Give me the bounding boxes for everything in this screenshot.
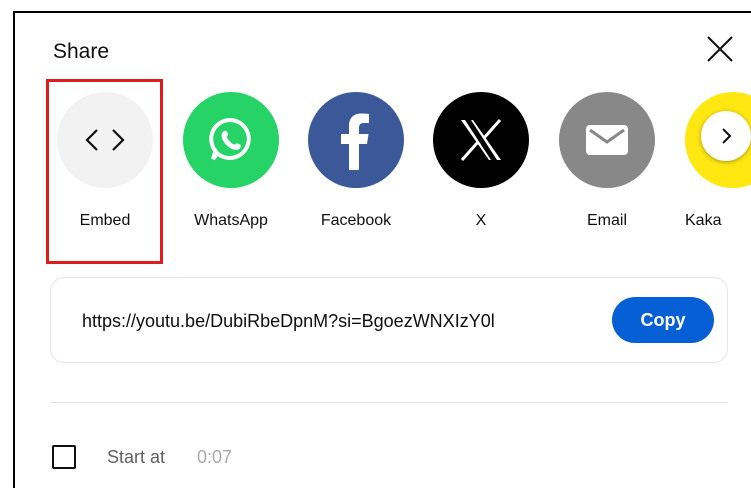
x-icon xyxy=(433,92,529,188)
chevron-right-icon xyxy=(722,128,732,144)
share-targets-row: Embed WhatsApp Facebook X Email Kaka xyxy=(15,13,751,273)
email-icon xyxy=(559,92,655,188)
share-target-x[interactable]: X xyxy=(426,92,536,230)
start-at-time[interactable]: 0:07 xyxy=(197,447,232,468)
share-target-facebook[interactable]: Facebook xyxy=(301,92,411,230)
share-target-whatsapp[interactable]: WhatsApp xyxy=(176,92,286,230)
facebook-icon xyxy=(308,92,404,188)
share-target-embed[interactable]: Embed xyxy=(50,92,160,230)
share-target-label: WhatsApp xyxy=(194,212,268,229)
whatsapp-icon xyxy=(183,92,279,188)
share-target-label: X xyxy=(475,212,487,229)
divider xyxy=(50,402,728,403)
copy-button[interactable]: Copy xyxy=(612,297,714,343)
share-dialog: Share Embed WhatsApp Facebook X Email Ka… xyxy=(13,11,751,488)
share-link-box: https://youtu.be/DubiRbeDpnM?si=BgoezWNX… xyxy=(50,277,728,363)
share-target-email[interactable]: Email xyxy=(552,92,662,230)
share-url[interactable]: https://youtu.be/DubiRbeDpnM?si=BgoezWNX… xyxy=(82,311,603,332)
share-target-label: Kaka xyxy=(685,212,722,229)
start-at-checkbox[interactable] xyxy=(52,445,76,469)
next-targets-button[interactable] xyxy=(701,111,751,161)
share-target-label: Facebook xyxy=(320,212,392,229)
share-target-label: Embed xyxy=(79,212,131,229)
embed-icon xyxy=(57,92,153,188)
share-target-label: Email xyxy=(586,212,627,229)
start-at-label: Start at xyxy=(107,447,166,467)
